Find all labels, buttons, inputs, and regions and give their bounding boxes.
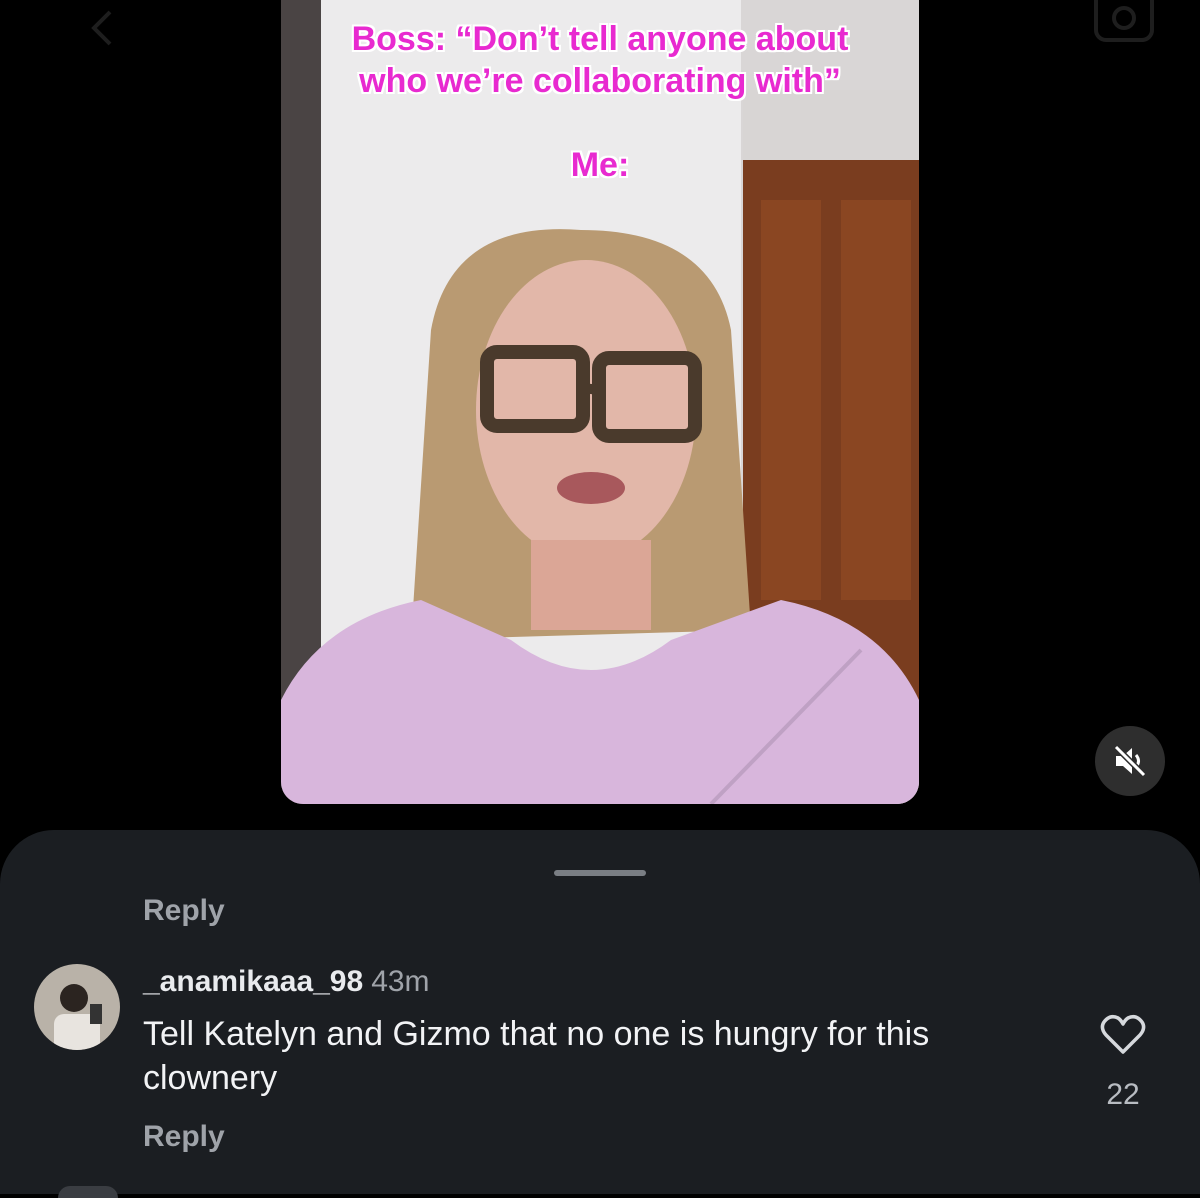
sheet-drag-handle[interactable]: [554, 870, 646, 876]
heart-outline-icon[interactable]: [1100, 1014, 1146, 1056]
caption-line: who we’re collaborating with”: [359, 62, 841, 100]
like-count: 22: [1106, 1078, 1140, 1111]
reply-button[interactable]: Reply: [143, 894, 225, 928]
caption-line: Boss: “Don’t tell anyone about: [351, 20, 849, 58]
video-caption: Boss: “Don’t tell anyone about who we’re…: [281, 18, 919, 186]
comment-username[interactable]: _anamikaaa_98: [143, 965, 363, 998]
comment-text: Tell Katelyn and Gizmo that no one is hu…: [143, 1015, 930, 1097]
video-preview[interactable]: Boss: “Don’t tell anyone about who we’re…: [281, 0, 919, 804]
comment-timestamp: 43m: [371, 965, 430, 998]
camera-icon[interactable]: [1092, 0, 1156, 46]
chevron-left-icon[interactable]: [82, 8, 122, 48]
avatar[interactable]: [34, 964, 120, 1050]
comment-meta: _anamikaaa_98 43m: [143, 964, 430, 1000]
reply-button[interactable]: Reply: [143, 1120, 225, 1154]
next-comment-avatar-edge: [58, 1186, 118, 1198]
mute-toggle-button[interactable]: [1095, 726, 1165, 796]
speaker-muted-icon: [1113, 745, 1147, 777]
comments-sheet: Reply _anamikaaa_98 43m Tell Katelyn and …: [0, 830, 1200, 1198]
caption-line: Me:: [570, 146, 630, 184]
